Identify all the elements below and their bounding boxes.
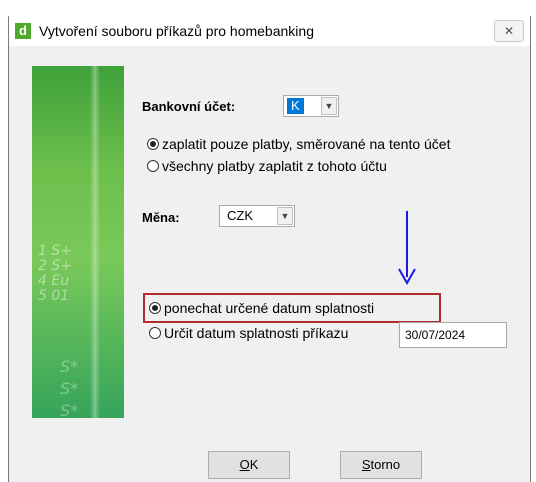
radio-button[interactable] xyxy=(147,160,159,172)
radio-pay-this-account-label: zaplatit pouze platby, směrované na tent… xyxy=(162,136,451,152)
chevron-down-icon[interactable]: ▼ xyxy=(277,207,293,225)
ok-button[interactable]: OK xyxy=(208,451,290,479)
app-icon: d xyxy=(15,23,31,39)
banner-decoration-text: 1 S+ 2 S+ 4 Eu 5 01 xyxy=(38,243,72,304)
radio-button-selected[interactable] xyxy=(149,302,161,314)
cancel-button[interactable]: Storno xyxy=(340,451,422,479)
title-bar[interactable]: d Vytvoření souboru příkazů pro homebank… xyxy=(9,16,530,46)
radio-button[interactable] xyxy=(149,327,161,339)
radio-button-selected[interactable] xyxy=(147,138,159,150)
bank-account-label: Bankovní účet: xyxy=(142,99,236,114)
currency-label: Měna: xyxy=(142,210,180,225)
radio-keep-due-date[interactable]: ponechat určené datum splatnosti xyxy=(149,300,374,316)
bank-account-value: K xyxy=(287,98,304,114)
chevron-down-icon[interactable]: ▼ xyxy=(321,97,337,115)
radio-pay-this-account[interactable]: zaplatit pouze platby, směrované na tent… xyxy=(147,136,450,152)
dialog-body: 1 S+ 2 S+ 4 Eu 5 01 S* S* S* Bankovní úč… xyxy=(9,46,530,482)
screenshot-background: d Vytvoření souboru příkazů pro homebank… xyxy=(0,0,536,482)
close-button[interactable]: ✕ xyxy=(494,20,524,42)
radio-keep-due-date-label: ponechat určené datum splatnosti xyxy=(164,300,375,316)
radio-set-due-date-label: Určit datum splatnosti příkazu xyxy=(164,325,349,341)
radio-pay-all-label: všechny platby zaplatit z tohoto účtu xyxy=(162,158,387,174)
due-date-input[interactable]: 30/07/2024 xyxy=(399,322,507,348)
green-banner-image: 1 S+ 2 S+ 4 Eu 5 01 S* S* S* xyxy=(32,66,124,418)
radio-pay-all-from-account[interactable]: všechny platby zaplatit z tohoto účtu xyxy=(147,158,387,174)
dialog-window: d Vytvoření souboru příkazů pro homebank… xyxy=(8,16,531,482)
radio-set-due-date[interactable]: Určit datum splatnosti příkazu xyxy=(149,325,348,341)
close-icon: ✕ xyxy=(503,24,515,38)
currency-value: CZK xyxy=(227,208,253,223)
window-title: Vytvoření souboru příkazů pro homebankin… xyxy=(39,23,314,39)
banner-stripe xyxy=(90,66,100,418)
arrow-down-icon xyxy=(398,211,416,286)
banner-decoration-lower: S* S* S* xyxy=(60,357,79,418)
bank-account-combo[interactable]: K ▼ xyxy=(283,95,339,117)
currency-combo[interactable]: CZK ▼ xyxy=(219,205,295,227)
